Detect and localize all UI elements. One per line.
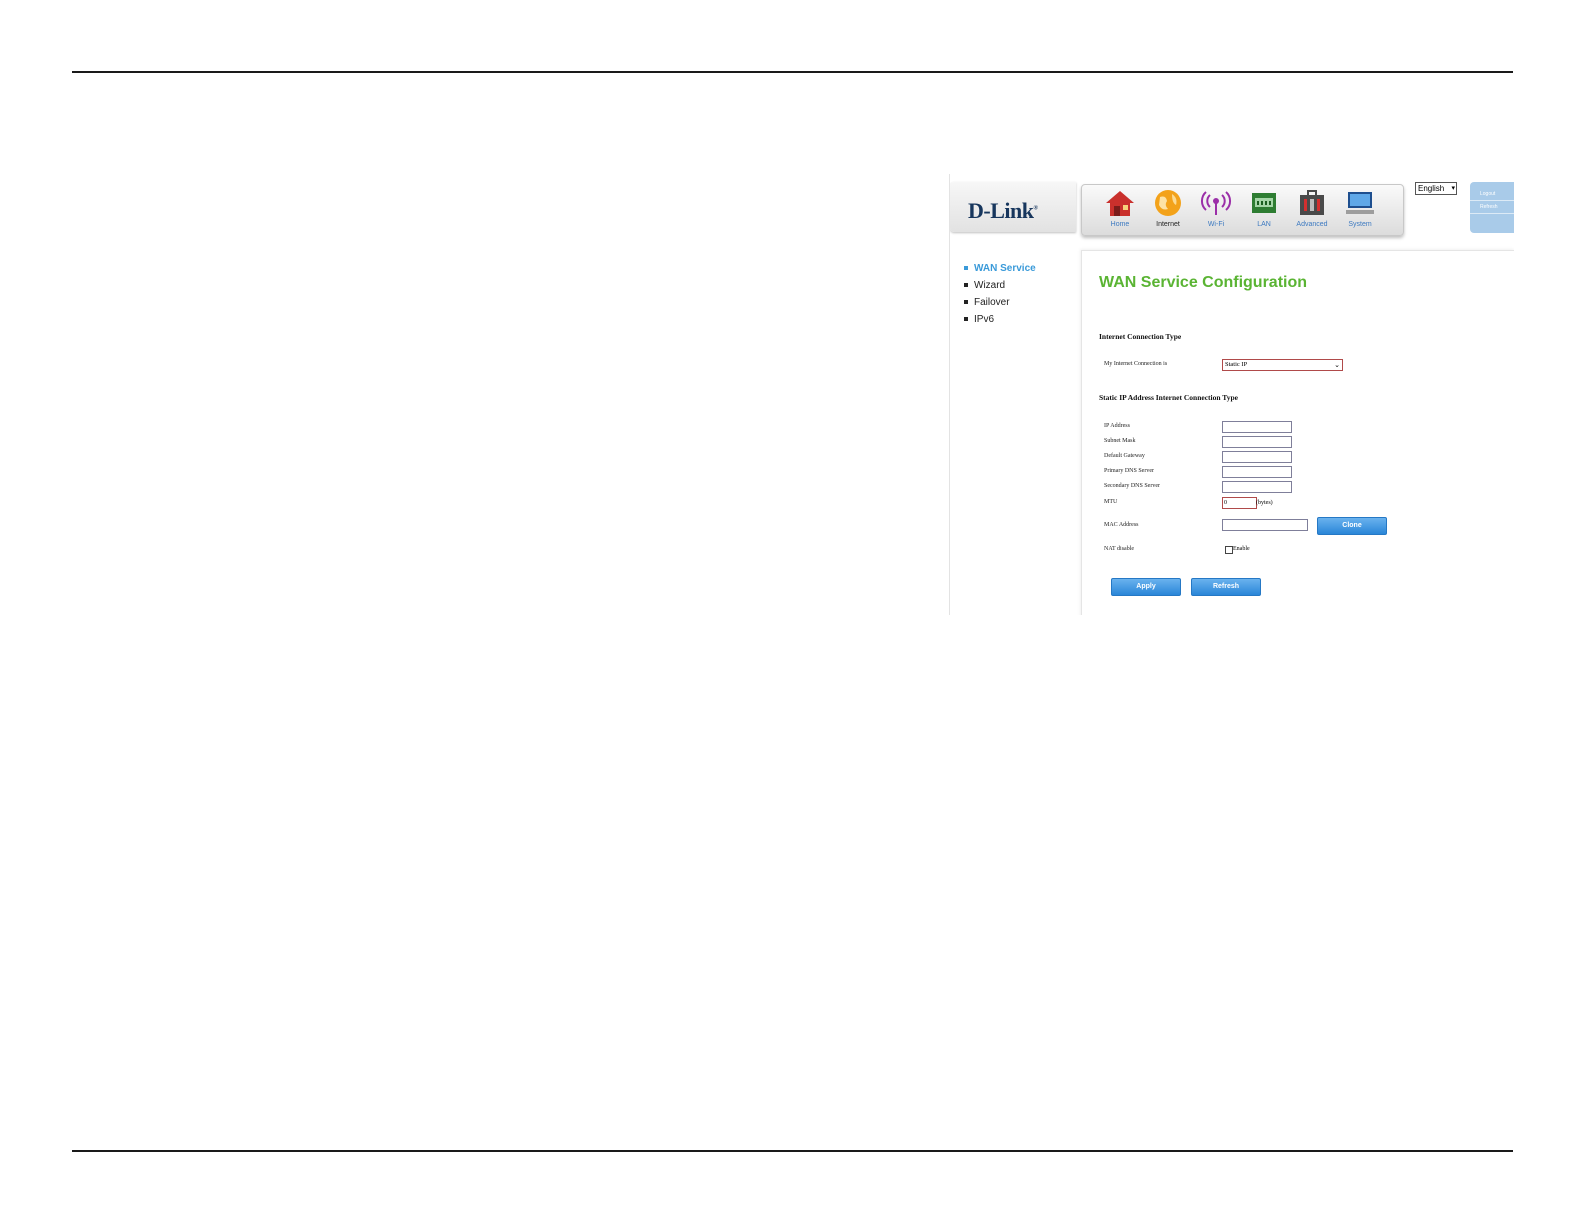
home-icon — [1104, 189, 1136, 217]
top-rule — [72, 71, 1513, 73]
sidebar-item-ipv6[interactable]: IPv6 — [964, 311, 1036, 328]
default-gateway-input[interactable] — [1222, 451, 1292, 463]
primary-dns-label: Primary DNS Server — [1104, 468, 1154, 474]
subnet-mask-input[interactable] — [1222, 436, 1292, 448]
main-nav: Home Internet Wi-Fi LAN Advanced System — [1081, 184, 1404, 236]
wifi-icon — [1200, 189, 1232, 217]
divider — [1470, 213, 1514, 214]
mtu-input[interactable]: 0 — [1222, 497, 1257, 509]
default-gateway-label: Default Gateway — [1104, 453, 1145, 459]
clone-button[interactable]: Clone — [1317, 517, 1387, 535]
dlink-logo: D-Link® — [968, 198, 1038, 223]
nav-system[interactable]: System — [1337, 189, 1383, 228]
globe-icon — [1152, 189, 1184, 217]
subnet-mask-label: Subnet Mask — [1104, 438, 1136, 444]
mtu-unit: (bytes) — [1256, 500, 1273, 506]
mtu-label: MTU — [1104, 499, 1118, 505]
ip-address-input[interactable] — [1222, 421, 1292, 433]
nav-internet[interactable]: Internet — [1145, 189, 1191, 228]
section-heading-connection-type: Internet Connection Type — [1099, 332, 1182, 341]
bullet-icon — [964, 266, 968, 271]
utility-panel: Logout Refresh — [1470, 182, 1514, 233]
router-ui-screenshot: D-Link® Home Internet Wi-Fi LAN Advanced… — [949, 174, 1514, 615]
logo-tab: D-Link® — [950, 182, 1076, 232]
sidebar-item-wan-service[interactable]: WAN Service — [964, 260, 1036, 277]
nat-enable-label: Enable — [1233, 546, 1250, 552]
refresh-button[interactable]: Refresh — [1191, 578, 1261, 596]
chevron-down-icon: ▾ — [1451, 185, 1455, 192]
secondary-dns-label: Secondary DNS Server — [1104, 483, 1160, 489]
bullet-icon — [964, 317, 968, 322]
nat-enable-checkbox[interactable] — [1225, 546, 1233, 554]
lan-icon — [1248, 189, 1280, 217]
nav-lan[interactable]: LAN — [1241, 189, 1287, 228]
sidebar: WAN Service Wizard Failover IPv6 — [964, 260, 1036, 328]
monitor-icon — [1344, 189, 1376, 217]
nat-disable-label: NAT disable — [1104, 546, 1135, 552]
logout-link[interactable]: Logout — [1470, 191, 1514, 197]
page-title: WAN Service Configuration — [1099, 274, 1308, 291]
sidebar-item-wizard[interactable]: Wizard — [964, 277, 1036, 294]
connection-type-label: My Internet Connection is — [1104, 361, 1168, 367]
section-heading-static-ip: Static IP Address Internet Connection Ty… — [1099, 393, 1238, 402]
secondary-dns-input[interactable] — [1222, 481, 1292, 493]
toolbox-icon — [1296, 189, 1328, 217]
language-select[interactable]: English ▾ — [1415, 182, 1457, 195]
refresh-link[interactable]: Refresh — [1470, 204, 1514, 210]
bottom-rule — [72, 1150, 1513, 1152]
main-content: WAN Service Configuration Internet Conne… — [1081, 250, 1514, 615]
nav-home[interactable]: Home — [1097, 189, 1143, 228]
ip-address-label: IP Address — [1104, 423, 1130, 429]
nav-advanced[interactable]: Advanced — [1289, 189, 1335, 228]
sidebar-item-failover[interactable]: Failover — [964, 294, 1036, 311]
bullet-icon — [964, 300, 968, 305]
primary-dns-input[interactable] — [1222, 466, 1292, 478]
bullet-icon — [964, 283, 968, 288]
divider — [1470, 200, 1514, 201]
connection-type-select[interactable]: Static IP ⌄ — [1222, 359, 1343, 371]
mac-address-label: MAC Address — [1104, 522, 1139, 528]
nav-wifi[interactable]: Wi-Fi — [1193, 189, 1239, 228]
mac-address-input[interactable] — [1222, 519, 1308, 531]
apply-button[interactable]: Apply — [1111, 578, 1181, 596]
chevron-down-icon: ⌄ — [1334, 361, 1340, 369]
